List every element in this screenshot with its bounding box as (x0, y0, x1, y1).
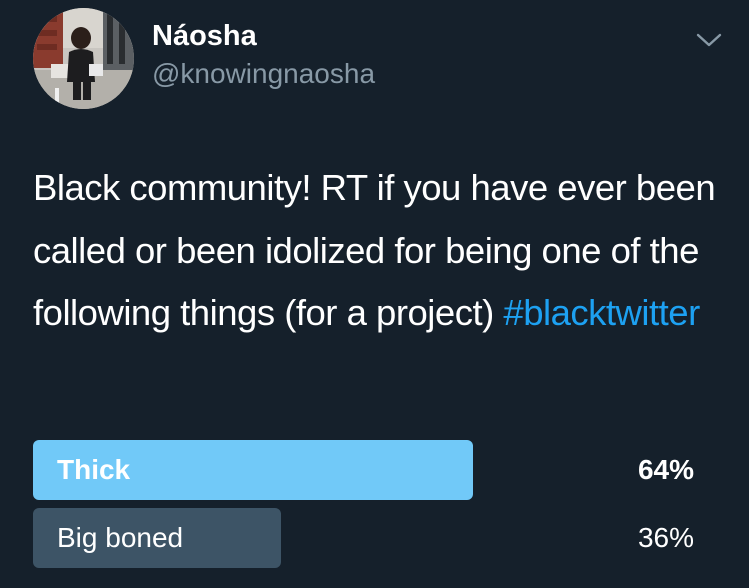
avatar[interactable] (33, 8, 134, 109)
chevron-down-icon[interactable] (694, 30, 724, 50)
tweet-text: Black community! RT if you have ever bee… (33, 157, 733, 345)
poll-option-percent: 64% (637, 454, 694, 485)
hashtag-link[interactable]: #blacktwitter (503, 292, 700, 333)
tweet-card: Náosha @knowingnaosha Black community! R… (0, 0, 749, 588)
poll-option-percent: 36% (637, 522, 694, 553)
poll-option-big-boned: Big boned 36% (33, 508, 713, 568)
user-handle[interactable]: @knowingnaosha (152, 58, 375, 90)
poll-option-label: Thick (57, 454, 131, 485)
poll-option-thick: Thick 64% (33, 440, 713, 500)
profile-photo-icon (33, 8, 134, 109)
display-name[interactable]: Náosha (152, 20, 257, 53)
poll-option-label: Big boned (57, 522, 184, 553)
